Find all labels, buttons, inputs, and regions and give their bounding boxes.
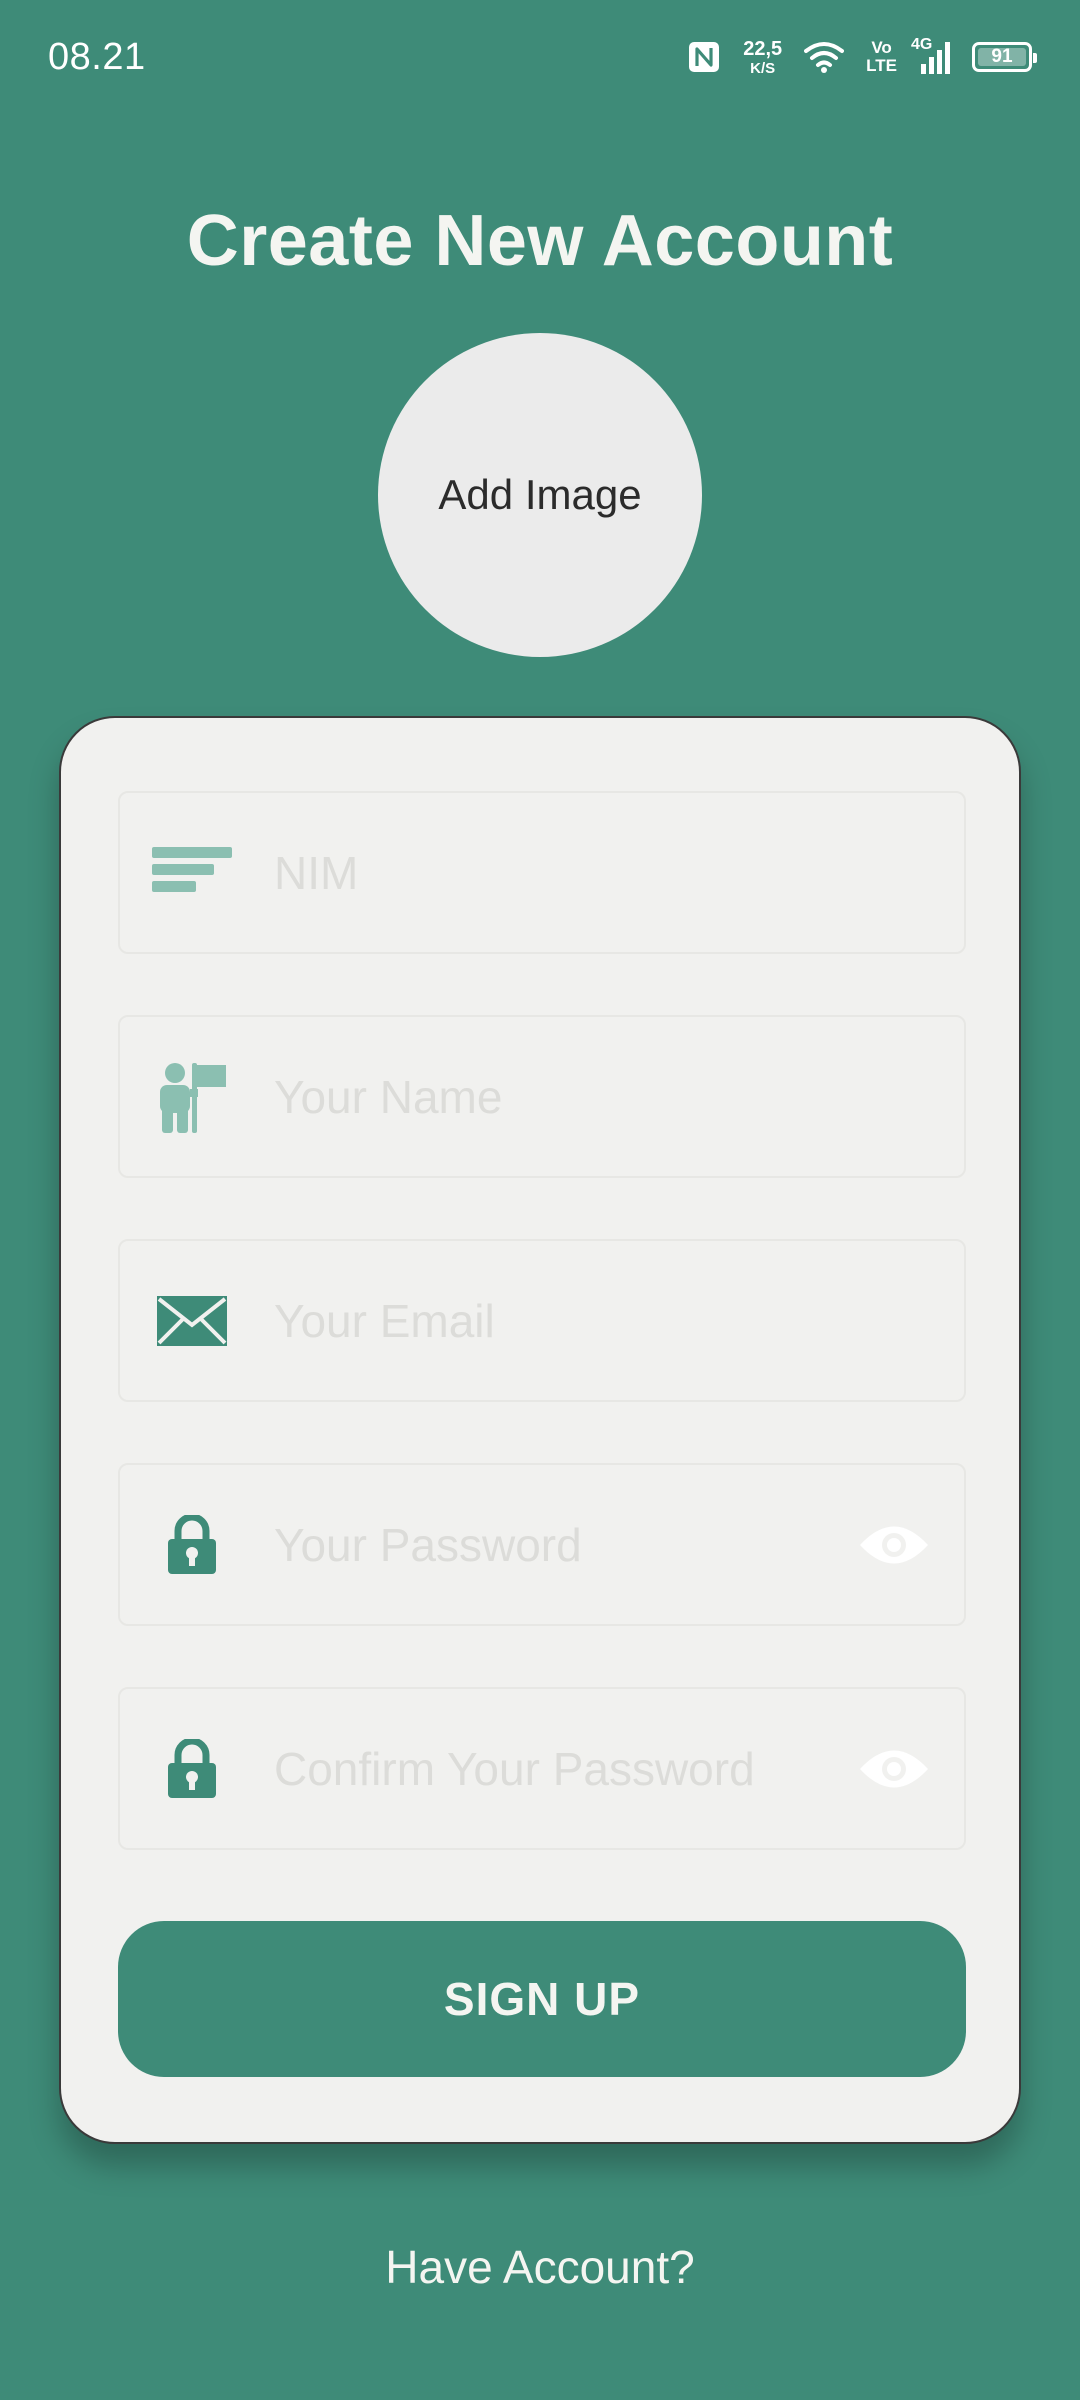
signup-button[interactable]: SIGN UP — [118, 1921, 966, 2077]
nim-field[interactable] — [118, 791, 966, 954]
signup-form-card: SIGN UP — [59, 716, 1021, 2144]
add-image-label: Add Image — [438, 471, 642, 518]
have-account-link[interactable]: Have Account? — [0, 2240, 1080, 2294]
eye-icon[interactable] — [858, 1744, 930, 1794]
status-icons: 22,5 K/S Vo LTE 4G 91 — [687, 32, 1037, 82]
battery-level: 91 — [991, 46, 1013, 67]
name-input[interactable] — [274, 1017, 854, 1176]
network-speed-unit: K/S — [750, 59, 776, 77]
password-input[interactable] — [274, 1465, 854, 1624]
volte-top: Vo — [871, 38, 892, 58]
status-bar: 08.21 22,5 K/S Vo LTE 4G 91 — [0, 0, 1080, 110]
lock-icon — [148, 1505, 236, 1585]
email-input[interactable] — [274, 1241, 854, 1400]
email-field[interactable] — [118, 1239, 966, 1402]
lock-icon — [148, 1729, 236, 1809]
wifi-icon — [804, 42, 845, 73]
signal-strength-icon: 4G — [911, 36, 950, 74]
volte-indicator: Vo LTE — [866, 39, 897, 75]
password-field[interactable] — [118, 1463, 966, 1626]
sort-lines-icon — [148, 833, 236, 913]
signup-screen: 08.21 22,5 K/S Vo LTE 4G 91 Create New A… — [0, 0, 1080, 2400]
name-field[interactable] — [118, 1015, 966, 1178]
envelope-icon — [148, 1281, 236, 1361]
nim-input[interactable] — [274, 793, 854, 952]
network-speed-value: 22,5 — [743, 37, 783, 60]
network-speed: 22,5 K/S — [743, 39, 782, 76]
battery-icon: 91 — [972, 42, 1037, 72]
person-flag-icon — [148, 1057, 236, 1137]
network-type: 4G — [911, 36, 933, 53]
eye-icon[interactable] — [858, 1520, 930, 1570]
volte-bottom: LTE — [866, 56, 897, 75]
confirm-password-input[interactable] — [274, 1689, 854, 1848]
page-title: Create New Account — [186, 201, 894, 281]
confirm-password-field[interactable] — [118, 1687, 966, 1850]
nfc-icon — [689, 42, 720, 72]
status-time: 08.21 — [48, 36, 146, 78]
add-image-button[interactable]: Add Image — [378, 333, 702, 657]
